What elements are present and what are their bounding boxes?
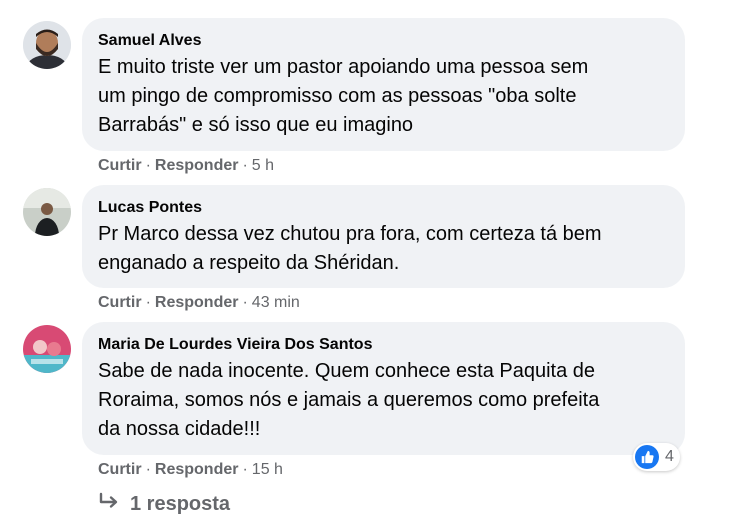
comment-actions: Curtir · Responder · 15 h: [98, 460, 283, 480]
avatar-maria-image: [23, 325, 71, 373]
separator: ·: [242, 157, 248, 174]
comment-text-line: um pingo de compromisso com as pessoas "…: [98, 85, 577, 107]
replies-count-label: 1 resposta: [130, 492, 231, 515]
comment-text: Pr Marco dessa vez chutou pra fora, com …: [98, 220, 667, 278]
reaction-count: 4: [665, 448, 674, 465]
comment-text-line: Roraima, somos nós e jamais a queremos c…: [98, 389, 600, 411]
separator: ·: [145, 461, 151, 478]
comment-text-line: enganado a respeito da Shéridan.: [98, 252, 400, 274]
reply-link[interactable]: Responder: [155, 294, 239, 311]
comment-text-line: E muito triste ver um pastor apoiando um…: [98, 56, 589, 78]
comment-text-line: Pr Marco dessa vez chutou pra fora, com …: [98, 223, 602, 245]
separator: ·: [242, 461, 248, 478]
separator: ·: [145, 157, 151, 174]
comment-time[interactable]: 15 h: [252, 461, 283, 478]
comment-author[interactable]: Samuel Alves: [98, 31, 667, 51]
separator: ·: [242, 294, 248, 311]
comment-bubble: Maria De Lourdes Vieira Dos Santos Sabe …: [82, 322, 685, 455]
comment-text: Sabe de nada inocente. Quem conhece esta…: [98, 357, 667, 444]
comment-text: E muito triste ver um pastor apoiando um…: [98, 53, 667, 140]
avatar-lucas[interactable]: [23, 188, 71, 236]
like-link[interactable]: Curtir: [98, 157, 142, 174]
like-link[interactable]: Curtir: [98, 294, 142, 311]
comment-bubble: Samuel Alves E muito triste ver um pasto…: [82, 18, 685, 151]
comment-text-line: Barrabás" e só isso que eu imagino: [98, 114, 414, 136]
avatar-lucas-image: [23, 188, 71, 236]
comment-author[interactable]: Maria De Lourdes Vieira Dos Santos: [98, 335, 667, 355]
reaction-summary[interactable]: 4: [633, 443, 680, 471]
comment-text-line: Sabe de nada inocente. Quem conhece esta…: [98, 360, 596, 382]
avatar-maria[interactable]: [23, 325, 71, 373]
reply-link[interactable]: Responder: [155, 461, 239, 478]
avatar-samuel-image: [23, 21, 71, 69]
view-replies-link[interactable]: 1 resposta: [98, 492, 230, 516]
comment-actions: Curtir · Responder · 43 min: [98, 293, 300, 313]
like-link[interactable]: Curtir: [98, 461, 142, 478]
comment-time[interactable]: 43 min: [252, 294, 300, 311]
reply-link[interactable]: Responder: [155, 157, 239, 174]
like-icon: [635, 445, 659, 469]
separator: ·: [145, 294, 151, 311]
comment-author[interactable]: Lucas Pontes: [98, 198, 667, 218]
reply-arrow-icon: [98, 492, 120, 516]
avatar-samuel[interactable]: [23, 21, 71, 69]
comment-text-line: da nossa cidade!!!: [98, 418, 261, 440]
comment-time[interactable]: 5 h: [252, 157, 274, 174]
comment-actions: Curtir · Responder · 5 h: [98, 156, 274, 176]
comment-bubble: Lucas Pontes Pr Marco dessa vez chutou p…: [82, 185, 685, 288]
